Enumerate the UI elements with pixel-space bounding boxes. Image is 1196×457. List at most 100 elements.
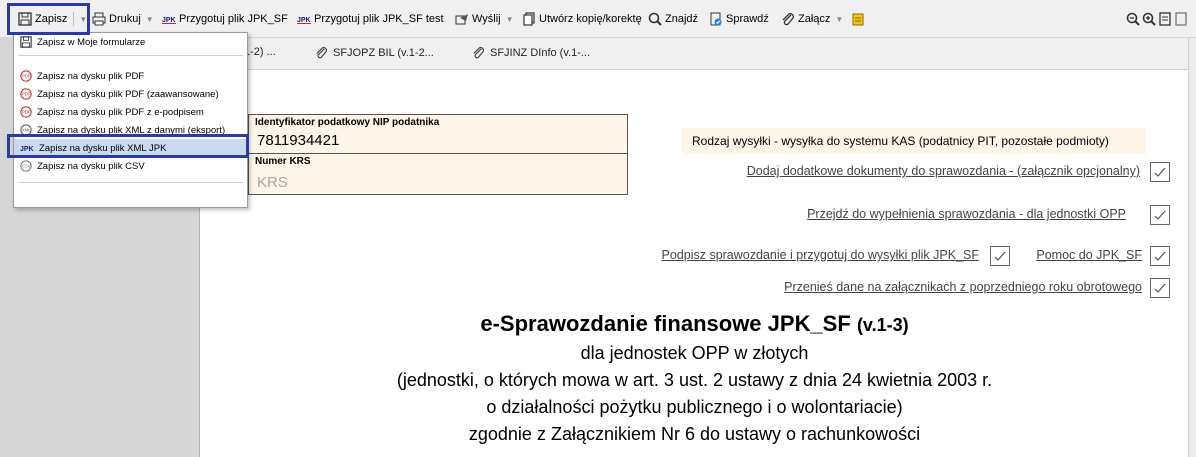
print-label: Drukuj bbox=[109, 13, 141, 25]
check-label: Sprawdź bbox=[726, 13, 769, 25]
menu-item-save-pdf-esign[interactable]: PDF Zapisz na dysku plik PDF z e-podpise… bbox=[14, 103, 247, 121]
copy-icon bbox=[523, 12, 535, 26]
prepare-jpk-button[interactable]: JPK Przygotuj plik JPK_SF bbox=[162, 10, 288, 28]
copy-button[interactable]: Utwórz kopię/korektę bbox=[522, 10, 642, 28]
menu-item-save-pdf-advanced[interactable]: PDF Zapisz na dysku plik PDF (zaawansowa… bbox=[14, 85, 247, 103]
transfer-data-checkbox[interactable] bbox=[1150, 278, 1170, 298]
add-documents-checkbox[interactable] bbox=[1150, 162, 1170, 182]
send-button[interactable]: Wyślij ▼ bbox=[455, 10, 514, 28]
notes-button[interactable] bbox=[851, 10, 865, 28]
save-icon bbox=[20, 36, 32, 48]
pdf-file-icon: PDF bbox=[20, 88, 32, 100]
single-page-icon[interactable] bbox=[1174, 12, 1188, 26]
csv-file-icon: CSV bbox=[20, 160, 32, 172]
tab-sfjopz-bil[interactable]: SFJOPZ BIL (v.1-2... bbox=[315, 46, 434, 59]
tab-bar: 1-2) ... SFJOPZ BIL (v.1-2... SFJINZ DIn… bbox=[200, 38, 1196, 70]
checkmark-icon bbox=[1154, 167, 1166, 177]
save-dropdown-menu: Zapisz w Moje formularze PDF Zapisz na d… bbox=[13, 32, 248, 208]
nip-value: 7811934421 bbox=[257, 132, 340, 149]
attach-label: Załącz bbox=[798, 13, 831, 25]
fill-report-link[interactable]: Przejdź do wypełnienia sprawozdania - dl… bbox=[807, 207, 1126, 221]
send-type-value: Rodzaj wysyłki - wysyłka do systemu KAS … bbox=[692, 134, 1109, 148]
paperclip-icon bbox=[473, 46, 485, 59]
document-subtitle-2: (jednostki, o których mowa w art. 3 ust.… bbox=[396, 370, 993, 390]
chevron-down-icon[interactable]: ▼ bbox=[146, 15, 154, 24]
vertical-scrollbar[interactable] bbox=[1188, 38, 1196, 457]
svg-text:XML: XML bbox=[22, 128, 31, 133]
tab-label: 1-2) ... bbox=[244, 46, 276, 58]
add-documents-link[interactable]: Dodaj dodatkowe dokumenty do sprawozdani… bbox=[747, 164, 1140, 178]
send-label: Wyślij bbox=[472, 13, 501, 25]
document-title-text: e-Sprawozdanie finansowe JPK_SF bbox=[480, 311, 851, 336]
svg-text:PDF: PDF bbox=[22, 92, 31, 97]
help-link[interactable]: Pomoc do JPK_SF bbox=[1036, 248, 1142, 262]
paperclip-icon bbox=[782, 13, 794, 26]
send-icon bbox=[455, 14, 468, 25]
nip-field[interactable]: Identyfikator podatkowy NIP podatnika 78… bbox=[248, 114, 628, 154]
zoom-in-icon[interactable] bbox=[1142, 12, 1156, 26]
check-button[interactable]: Sprawdź bbox=[709, 10, 769, 28]
send-type-field[interactable]: Rodzaj wysyłki - wysyłka do systemu KAS … bbox=[682, 128, 1146, 154]
chevron-down-icon[interactable]: ▼ bbox=[506, 15, 514, 24]
paperclip-icon bbox=[316, 46, 328, 59]
menu-divider bbox=[18, 55, 243, 56]
menu-item-save-csv[interactable]: CSV Zapisz na dysku plik CSV bbox=[14, 157, 247, 175]
search-icon bbox=[648, 12, 662, 26]
pdf-file-icon: PDF bbox=[20, 106, 32, 118]
help-checkbox[interactable] bbox=[1150, 246, 1170, 266]
checkmark-icon bbox=[1154, 283, 1166, 293]
sticky-note-icon bbox=[852, 13, 864, 26]
view-tools bbox=[1126, 10, 1188, 28]
krs-placeholder: KRS bbox=[257, 174, 288, 191]
svg-text:PDF: PDF bbox=[22, 74, 31, 79]
prepare-jpk-test-label: Przygotuj plik JPK_SF test bbox=[314, 13, 444, 25]
copy-label: Utwórz kopię/korektę bbox=[539, 13, 642, 25]
document-subtitle-3: o działalności pożytku publicznego i o w… bbox=[486, 397, 903, 417]
jpk-icon: JPK bbox=[297, 17, 311, 24]
zoom-out-icon[interactable] bbox=[1126, 12, 1140, 26]
nip-label: Identyfikator podatkowy NIP podatnika bbox=[255, 117, 440, 128]
svg-text:JPK: JPK bbox=[162, 17, 176, 24]
svg-text:CSV: CSV bbox=[22, 164, 31, 169]
document-version: (v.1-3) bbox=[856, 315, 909, 335]
tab-sfjinz-dinfo[interactable]: SFJINZ DInfo (v.1-... bbox=[472, 46, 590, 59]
menu-item-label: Zapisz na dysku plik PDF z e-podpisem bbox=[37, 106, 204, 118]
svg-text:JPK: JPK bbox=[297, 17, 311, 24]
tab-label: SFJOPZ BIL (v.1-2... bbox=[333, 46, 434, 59]
fit-page-icon[interactable] bbox=[1158, 12, 1172, 26]
save-button-highlight bbox=[7, 3, 90, 35]
sign-report-link[interactable]: Podpisz sprawozdanie i przygotuj do wysy… bbox=[662, 248, 980, 262]
chevron-down-icon[interactable]: ▼ bbox=[835, 15, 843, 24]
menu-divider bbox=[18, 182, 243, 183]
tab-form-1[interactable]: 1-2) ... bbox=[244, 46, 276, 58]
menu-item-label: Zapisz w Moje formularze bbox=[37, 36, 146, 48]
svg-text:PDF: PDF bbox=[22, 110, 31, 115]
menu-item-label: Zapisz na dysku plik PDF bbox=[37, 70, 145, 82]
printer-icon bbox=[92, 12, 106, 26]
document-subtitle-1: dla jednostek OPP w złotych bbox=[580, 343, 809, 363]
fill-report-checkbox[interactable] bbox=[1150, 205, 1170, 225]
menu-item-save-pdf[interactable]: PDF Zapisz na dysku plik PDF bbox=[14, 67, 247, 85]
menu-item-label: Zapisz na dysku plik CSV bbox=[37, 160, 145, 172]
document-subtitle-4: zgodnie z Załącznikiem Nr 6 do ustawy o … bbox=[468, 424, 921, 444]
find-label: Znajdź bbox=[665, 13, 699, 25]
krs-label: Numer KRS bbox=[255, 156, 311, 167]
checkmark-icon bbox=[1154, 210, 1166, 220]
menu-item-label: Zapisz na dysku plik PDF (zaawansowane) bbox=[37, 88, 219, 100]
checkmark-icon bbox=[1154, 251, 1166, 261]
menu-item-save-my-forms[interactable]: Zapisz w Moje formularze bbox=[14, 33, 247, 51]
xml-jpk-highlight bbox=[7, 134, 249, 158]
find-button[interactable]: Znajdź bbox=[648, 10, 698, 28]
checkmark-icon bbox=[994, 251, 1006, 261]
prepare-jpk-label: Przygotuj plik JPK_SF bbox=[179, 13, 288, 25]
check-document-icon bbox=[710, 12, 722, 26]
jpk-icon: JPK bbox=[162, 17, 176, 24]
document-title: e-Sprawozdanie finansowe JPK_SF (v.1-3) bbox=[201, 311, 1188, 337]
attach-button[interactable]: Załącz ▼ bbox=[781, 10, 843, 28]
print-button[interactable]: Drukuj ▼ bbox=[92, 10, 154, 28]
krs-field[interactable]: Numer KRS KRS bbox=[248, 153, 628, 195]
tab-label: SFJINZ DInfo (v.1-... bbox=[490, 46, 591, 59]
transfer-data-link[interactable]: Przenieś dane na załącznikach z poprzedn… bbox=[784, 280, 1142, 294]
prepare-jpk-test-button[interactable]: JPK Przygotuj plik JPK_SF test bbox=[297, 10, 444, 28]
sign-report-checkbox[interactable] bbox=[990, 246, 1010, 266]
